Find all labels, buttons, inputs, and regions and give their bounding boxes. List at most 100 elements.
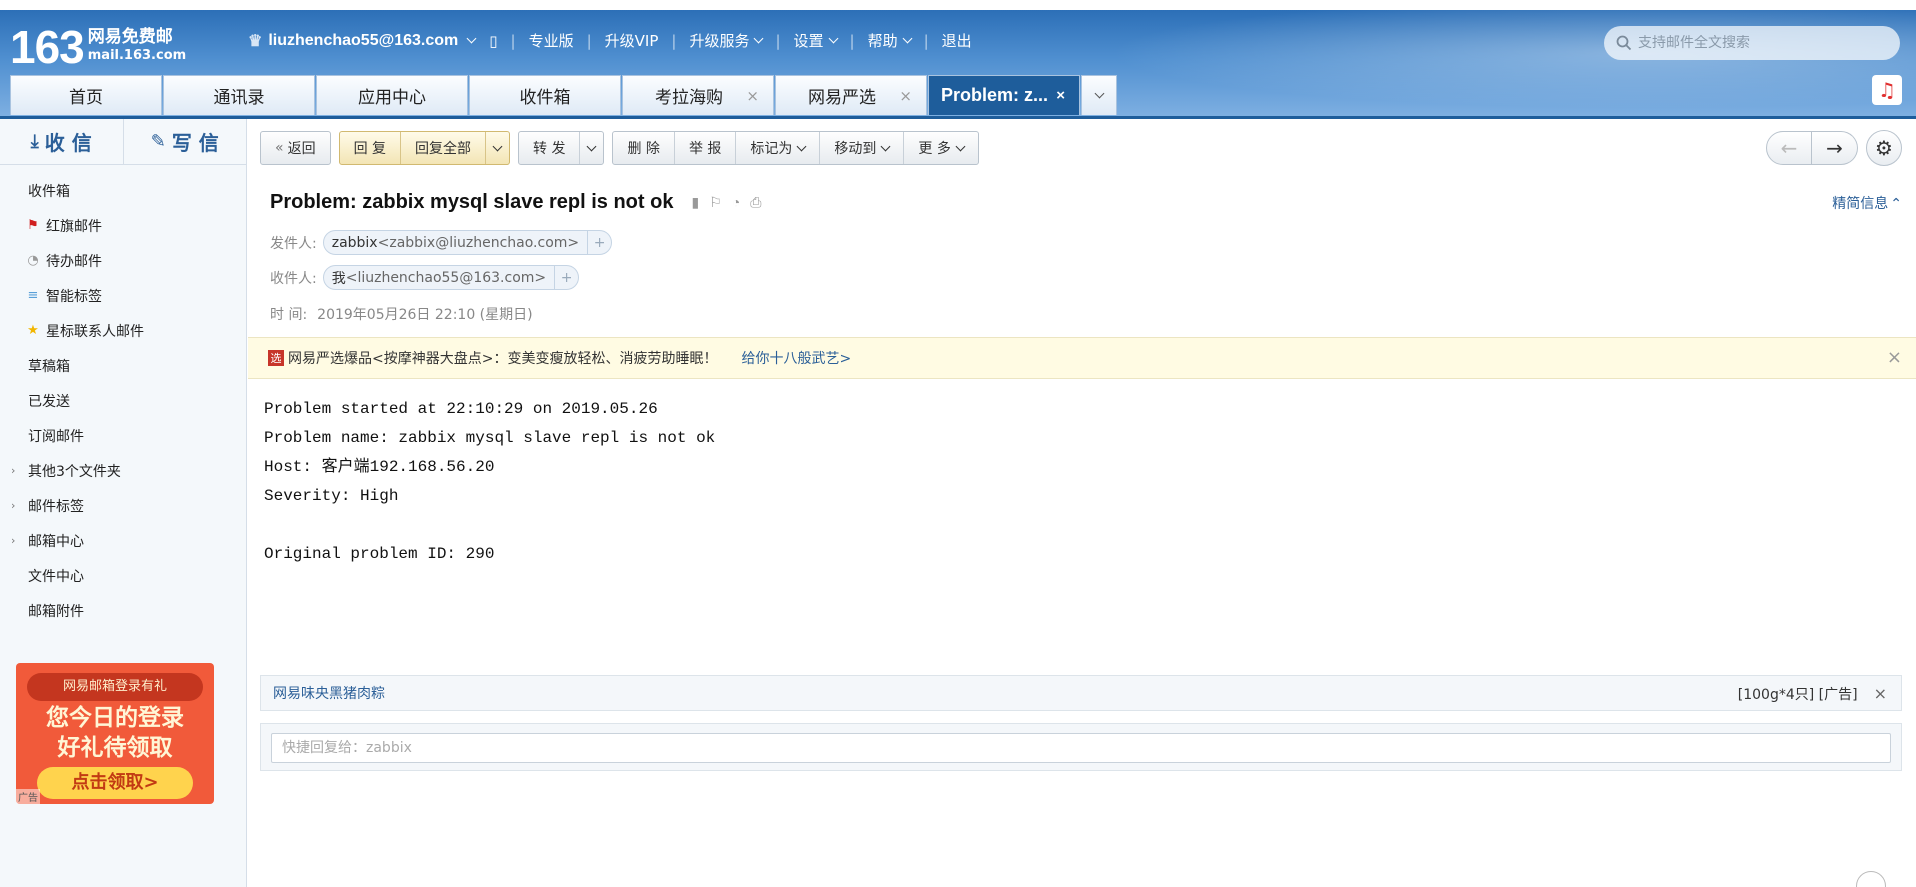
add-contact-icon[interactable]: +	[554, 266, 578, 289]
forward-button[interactable]: 转 发	[519, 132, 581, 164]
tab-more-button[interactable]	[1081, 75, 1117, 115]
music-icon[interactable]: ♫	[1872, 75, 1902, 105]
tab-home[interactable]: 首页	[10, 75, 162, 115]
logo[interactable]: 163 网易免费邮 mail.163.com	[10, 22, 186, 72]
gear-icon: ⚙	[1875, 136, 1893, 160]
close-icon[interactable]: ×	[1887, 347, 1902, 368]
chevron-down-icon	[880, 141, 891, 151]
promo-header: 网易邮箱登录有礼	[27, 673, 203, 701]
recipient-chip[interactable]: 我 <liuzhenchao55@163.com> +	[322, 265, 580, 290]
logo-name: 网易免费邮	[87, 27, 173, 47]
nav-upgrade-vip[interactable]: 升级VIP	[605, 30, 659, 51]
bottom-ad-link[interactable]: 网易味央黑猪肉粽	[273, 683, 385, 703]
chevron-up-icon: ⌃	[1890, 196, 1902, 212]
mail-view: «返回 回 复 回复全部 转 发 删 除 举 报 标记为 移动到 更 多 ← →…	[248, 119, 1916, 887]
sidebar-item-smart-tags[interactable]: ≡ 智能标签	[0, 278, 246, 313]
more-button[interactable]: 更 多	[904, 132, 977, 164]
ad-text: 网易严选爆品<按摩神器大盘点>：变美变瘦放轻松、消疲劳助睡眠！	[288, 351, 718, 367]
sidebar-item-flagged[interactable]: ⚑ 红旗邮件	[0, 208, 246, 243]
quick-reply-input[interactable]	[271, 733, 1891, 763]
yanxuan-ad-bar: 选 网易严选爆品<按摩神器大盘点>：变美变瘦放轻松、消疲劳助睡眠！ 给你十八般武…	[248, 337, 1916, 379]
tab-contacts[interactable]: 通讯录	[163, 75, 315, 115]
write-button[interactable]: ✎ 写 信	[124, 119, 247, 164]
sidebar-item-mail-center[interactable]: › 邮箱中心	[0, 523, 246, 558]
receive-button[interactable]: ⤓ 收 信	[0, 119, 124, 164]
tab-app-center[interactable]: 应用中心	[316, 75, 468, 115]
login-gift-promo[interactable]: 网易邮箱登录有礼 您今日的登录 好礼待领取 点击领取> 广告	[16, 663, 214, 804]
mail-toolbar: «返回 回 复 回复全部 转 发 删 除 举 报 标记为 移动到 更 多	[260, 131, 987, 165]
sender-chip[interactable]: zabbix <zabbix@liuzhenchao.com> +	[322, 230, 613, 255]
nav-upgrade-service[interactable]: 升级服务	[689, 30, 764, 51]
sidebar-item-inbox[interactable]: 收件箱	[0, 173, 246, 208]
nav-help[interactable]: 帮助	[868, 30, 913, 51]
help-icon[interactable]	[1856, 871, 1886, 887]
tab-kaola[interactable]: 考拉海购 ×	[622, 75, 774, 115]
print-icon[interactable]: ⎙	[750, 194, 761, 211]
sidebar-item-attachments[interactable]: 邮箱附件	[0, 593, 246, 628]
mark-as-button[interactable]: 标记为	[736, 132, 821, 164]
nav-settings[interactable]: 设置	[794, 30, 838, 51]
body-line: Severity: High	[264, 487, 399, 505]
delete-button[interactable]: 删 除	[613, 132, 675, 164]
clock-icon: ◔	[27, 253, 39, 268]
sender-label: 发件人:	[270, 235, 317, 252]
sidebar-item-todo[interactable]: ◔ 待办邮件	[0, 243, 246, 278]
brief-info-toggle[interactable]: 精简信息 ⌃	[1832, 193, 1902, 213]
close-icon[interactable]: ×	[1056, 87, 1065, 104]
reply-dropdown[interactable]	[486, 132, 509, 164]
chevron-down-icon	[1094, 88, 1104, 99]
prev-mail-button[interactable]: ←	[1766, 131, 1812, 165]
forward-dropdown[interactable]	[580, 132, 603, 164]
ad-link[interactable]: 给你十八般武艺>	[741, 348, 851, 368]
mobile-icon[interactable]: ▯	[489, 32, 497, 50]
sidebar-item-file-center[interactable]: 文件中心	[0, 558, 246, 593]
sidebar-item-subscriptions[interactable]: 订阅邮件	[0, 418, 246, 453]
search-box[interactable]	[1604, 26, 1900, 60]
chevron-down-icon	[587, 141, 597, 151]
chevron-down-icon	[955, 141, 966, 151]
tag-icon: ≡	[27, 288, 39, 303]
close-icon[interactable]: ×	[899, 87, 912, 105]
sidebar-item-mail-tags[interactable]: › 邮件标签	[0, 488, 246, 523]
search-icon	[1616, 35, 1632, 51]
add-contact-icon[interactable]: +	[587, 231, 611, 254]
top-nav: ♛ liuzhenchao55@163.com ▯ | 专业版 | 升级VIP …	[248, 30, 972, 51]
nav-logout[interactable]: 退出	[942, 30, 972, 51]
time-value: 2019年05月26日 22:10 (星期日)	[317, 307, 533, 323]
yanxuan-badge: 选	[268, 350, 284, 366]
clock-icon[interactable]: ◔	[732, 194, 740, 211]
sender-address: <zabbix@liuzhenchao.com>	[377, 234, 580, 251]
report-button[interactable]: 举 报	[675, 132, 737, 164]
search-input[interactable]	[1638, 35, 1878, 51]
close-icon[interactable]: ×	[746, 87, 759, 105]
move-to-button[interactable]: 移动到	[820, 132, 905, 164]
next-mail-button[interactable]: →	[1812, 131, 1858, 165]
back-button[interactable]: «返回	[261, 132, 330, 164]
logo-domain: mail.163.com	[87, 48, 187, 63]
tab-inbox[interactable]: 收件箱	[469, 75, 621, 115]
sidebar-item-sent[interactable]: 已发送	[0, 383, 246, 418]
edit-icon: ✎	[150, 131, 166, 152]
recipient-label: 收件人:	[270, 270, 317, 287]
reply-button[interactable]: 回 复	[340, 132, 402, 164]
tab-yanxuan[interactable]: 网易严选 ×	[775, 75, 927, 115]
promo-line-1: 您今日的登录	[46, 705, 184, 731]
promo-claim-button[interactable]: 点击领取>	[37, 767, 193, 799]
arrow-left-icon: ←	[1780, 136, 1798, 160]
sidebar-item-drafts[interactable]: 草稿箱	[0, 348, 246, 383]
recipient-row: 收件人: 我 <liuzhenchao55@163.com> +	[270, 265, 580, 290]
nav-pro[interactable]: 专业版	[529, 30, 574, 51]
body-line	[264, 511, 715, 540]
close-icon[interactable]: ×	[1874, 684, 1887, 703]
reply-all-button[interactable]: 回复全部	[401, 132, 487, 164]
promo-line-2: 好礼待领取	[57, 735, 173, 761]
flag-icon[interactable]: ⚐	[709, 194, 722, 211]
sidebar-item-starred[interactable]: ★ 星标联系人邮件	[0, 313, 246, 348]
user-menu[interactable]: ♛ liuzhenchao55@163.com	[248, 31, 477, 51]
sidebar-item-other-folders[interactable]: › 其他3个文件夹	[0, 453, 246, 488]
settings-button[interactable]: ⚙	[1866, 130, 1902, 166]
tab-current-mail[interactable]: Problem: z... ×	[928, 75, 1080, 115]
mail-pager: ← →	[1766, 131, 1858, 165]
download-icon: ⤓	[30, 131, 39, 152]
bookmark-icon[interactable]: ▮	[691, 194, 699, 211]
